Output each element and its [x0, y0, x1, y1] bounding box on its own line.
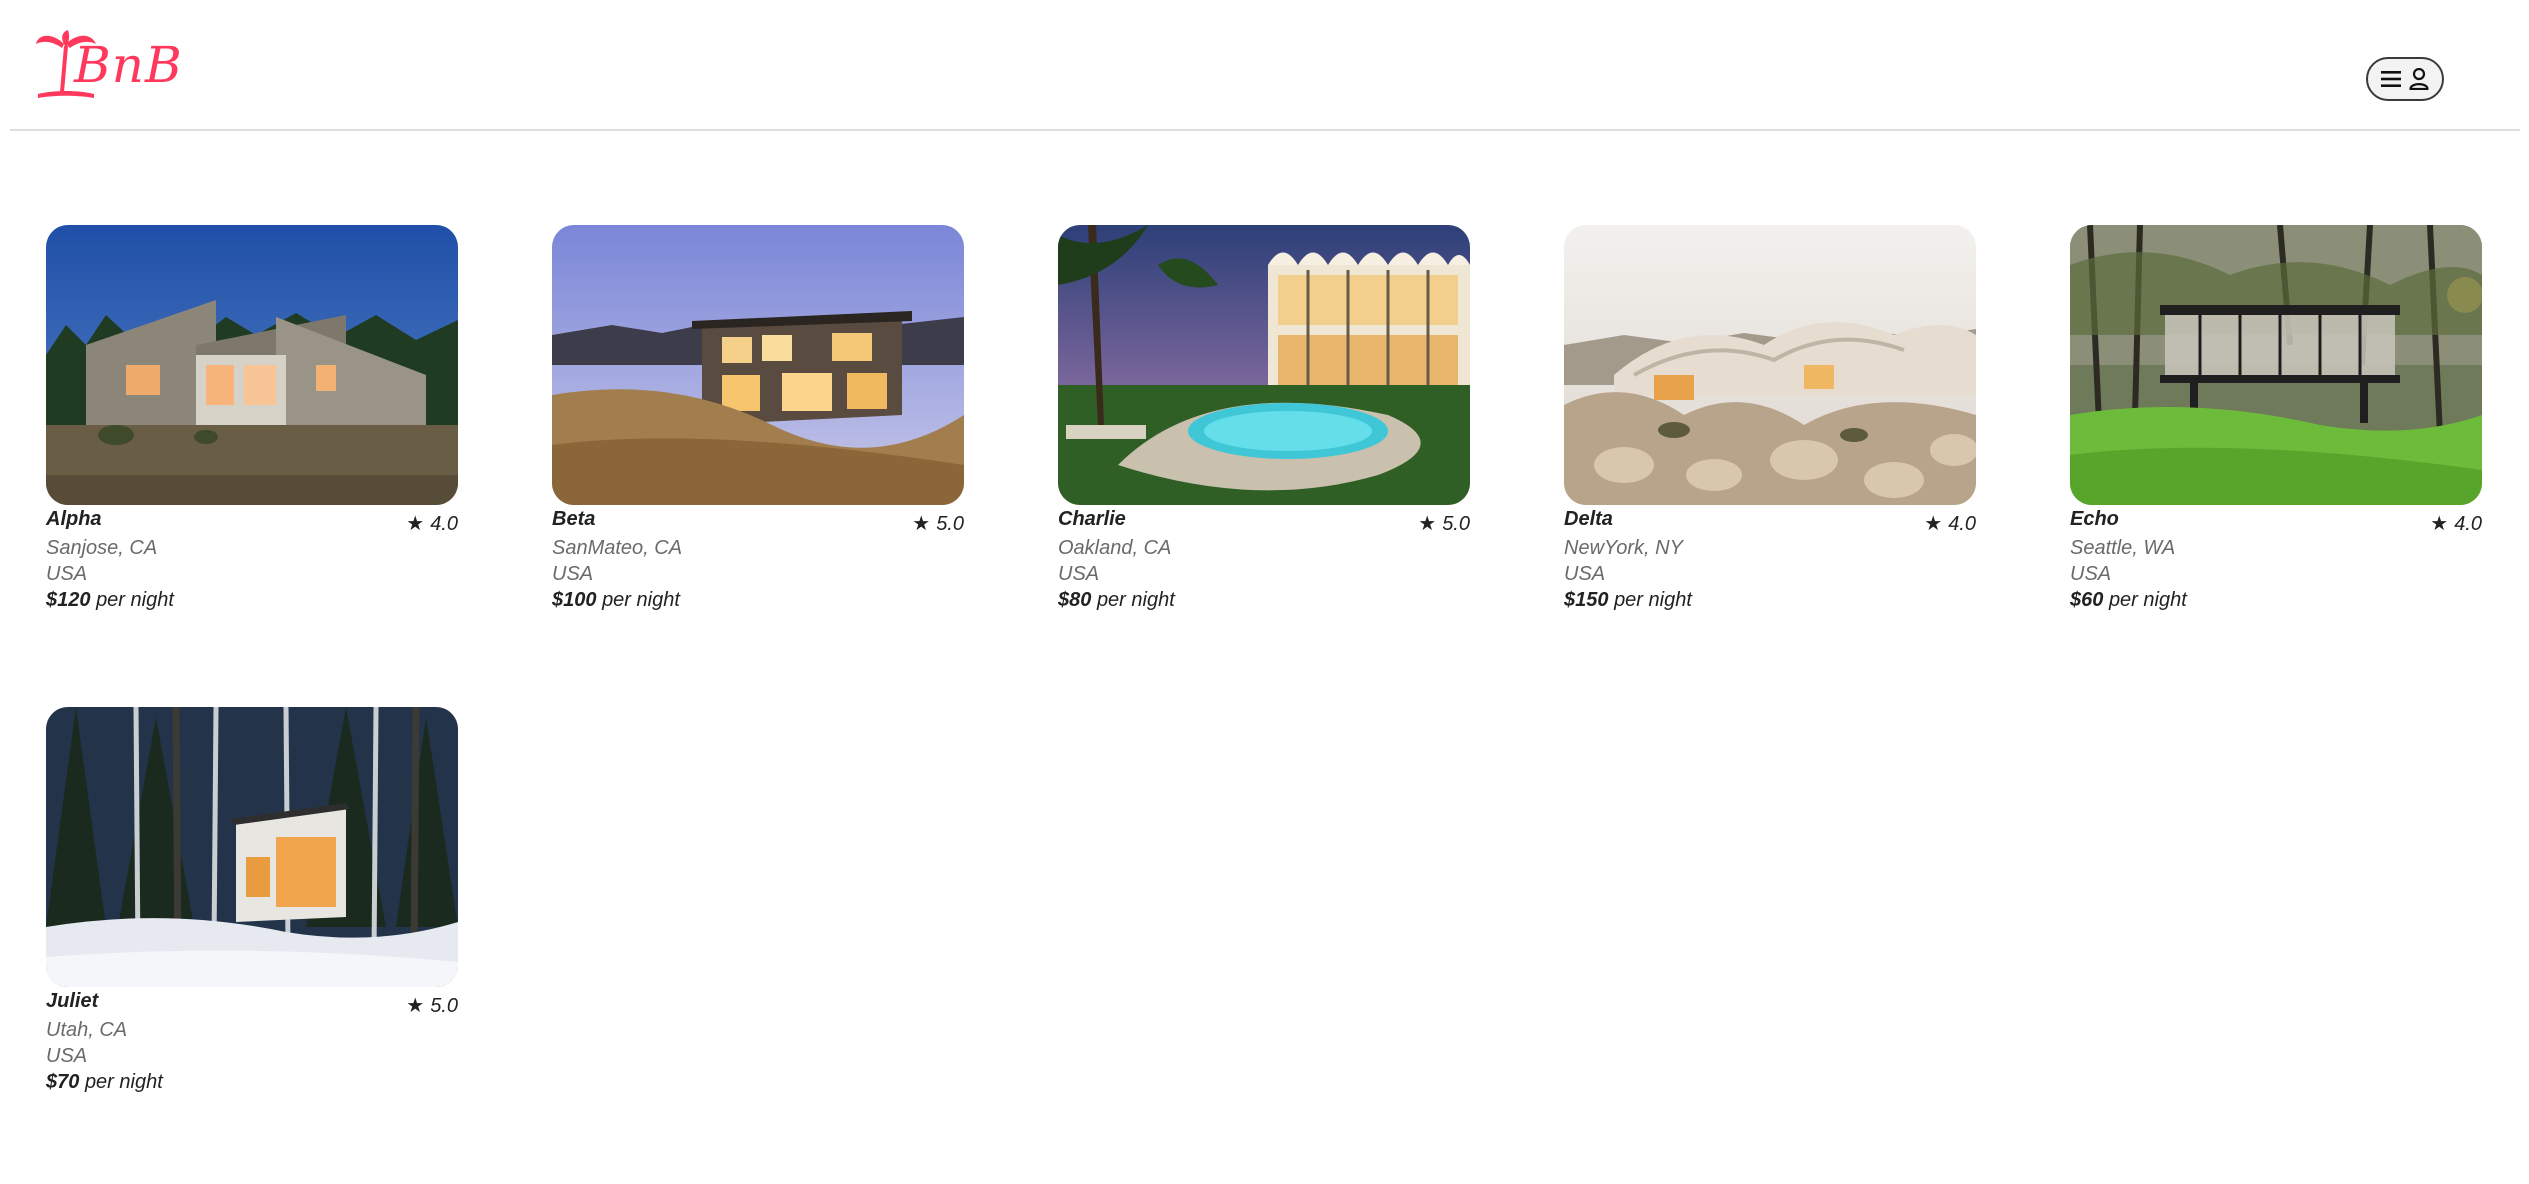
star-icon: ★: [406, 513, 425, 535]
price-amount: $70: [46, 1071, 80, 1093]
listing-name: Delta: [1564, 508, 1613, 530]
rating-value: 4.0: [2454, 513, 2482, 535]
listing-rating: ★ 5.0: [1418, 511, 1470, 536]
listing-name: Charlie: [1058, 508, 1126, 530]
listing-photo[interactable]: [2070, 225, 2482, 505]
listing-card[interactable]: Alpha ★ 4.0 Sanjose, CA USA $120 per nigh…: [46, 225, 458, 613]
rating-value: 5.0: [1442, 513, 1470, 535]
listing-card[interactable]: Juliet ★ 5.0 Utah, CA USA $70 per night: [46, 707, 458, 1095]
listing-name: Echo: [2070, 508, 2119, 530]
star-icon: ★: [1418, 513, 1437, 535]
listing-price: $70 per night: [46, 1069, 458, 1095]
listing-price: $60 per night: [2070, 587, 2482, 613]
listing-card[interactable]: Beta ★ 5.0 SanMateo, CA USA $100 per nigh…: [552, 225, 964, 613]
listing-country: USA: [1058, 563, 1100, 585]
price-amount: $80: [1058, 589, 1092, 611]
listing-photo[interactable]: [46, 225, 458, 505]
price-suffix: per night: [602, 589, 680, 611]
hamburger-icon: [2381, 71, 2401, 87]
listing-location: Sanjose, CA: [46, 537, 158, 559]
listing-card[interactable]: Charlie ★ 5.0 Oakland, CA USA $80 per nig…: [1058, 225, 1470, 613]
rating-value: 5.0: [430, 995, 458, 1017]
listing-name: Alpha: [46, 508, 102, 530]
listing-location: NewYork, NY: [1564, 537, 1683, 559]
price-amount: $120: [46, 589, 91, 611]
rating-value: 4.0: [1948, 513, 1976, 535]
listing-price: $100 per night: [552, 587, 964, 613]
star-icon: ★: [2430, 513, 2449, 535]
listing-location: Utah, CA: [46, 1019, 128, 1041]
listing-name: Beta: [552, 508, 596, 530]
listing-rating: ★ 5.0: [406, 993, 458, 1018]
listing-rating: ★ 4.0: [406, 511, 458, 536]
price-suffix: per night: [2108, 589, 2187, 611]
listing-price: $120 per night: [46, 587, 458, 613]
star-icon: ★: [912, 513, 931, 535]
listing-card[interactable]: Echo ★ 4.0 Seattle, WA USA $60 per night: [2070, 225, 2482, 613]
listing-location: Oakland, CA: [1058, 537, 1172, 559]
listing-country: USA: [552, 563, 594, 585]
user-menu-button[interactable]: [2366, 57, 2444, 101]
listing-country: USA: [46, 563, 88, 585]
listing-card[interactable]: Delta ★ 4.0 NewYork, NY USA $150 per nigh…: [1564, 225, 1976, 613]
star-icon: ★: [1924, 513, 1943, 535]
price-suffix: per night: [96, 589, 174, 611]
listing-photo[interactable]: [1058, 225, 1470, 505]
price-suffix: per night: [84, 1071, 163, 1093]
listing-location: Seattle, WA: [2070, 537, 2176, 559]
rating-value: 4.0: [430, 513, 458, 535]
listing-country: USA: [2070, 563, 2112, 585]
brand-logo[interactable]: BnB: [34, 30, 234, 102]
listing-photo[interactable]: [1564, 225, 1976, 505]
listing-rating: ★ 4.0: [1924, 511, 1976, 536]
price-suffix: per night: [1096, 589, 1175, 611]
star-icon: ★: [406, 995, 425, 1017]
rating-value: 5.0: [936, 513, 964, 535]
price-amount: $150: [1564, 589, 1609, 611]
price-amount: $100: [552, 589, 597, 611]
logo-wordmark: BnB: [74, 36, 183, 94]
user-icon: [2409, 68, 2429, 90]
listing-photo[interactable]: [552, 225, 964, 505]
listing-rating: ★ 4.0: [2430, 511, 2482, 536]
top-navbar: BnB: [10, 0, 2520, 131]
price-suffix: per night: [1614, 589, 1692, 611]
price-amount: $60: [2070, 589, 2104, 611]
listing-rating: ★ 5.0: [912, 511, 964, 536]
listing-price: $80 per night: [1058, 587, 1470, 613]
listing-price: $150 per night: [1564, 587, 1976, 613]
listing-country: USA: [1564, 563, 1606, 585]
listing-photo[interactable]: [46, 707, 458, 987]
listing-country: USA: [46, 1045, 88, 1067]
listing-name: Juliet: [46, 990, 99, 1012]
listing-location: SanMateo, CA: [552, 537, 683, 559]
